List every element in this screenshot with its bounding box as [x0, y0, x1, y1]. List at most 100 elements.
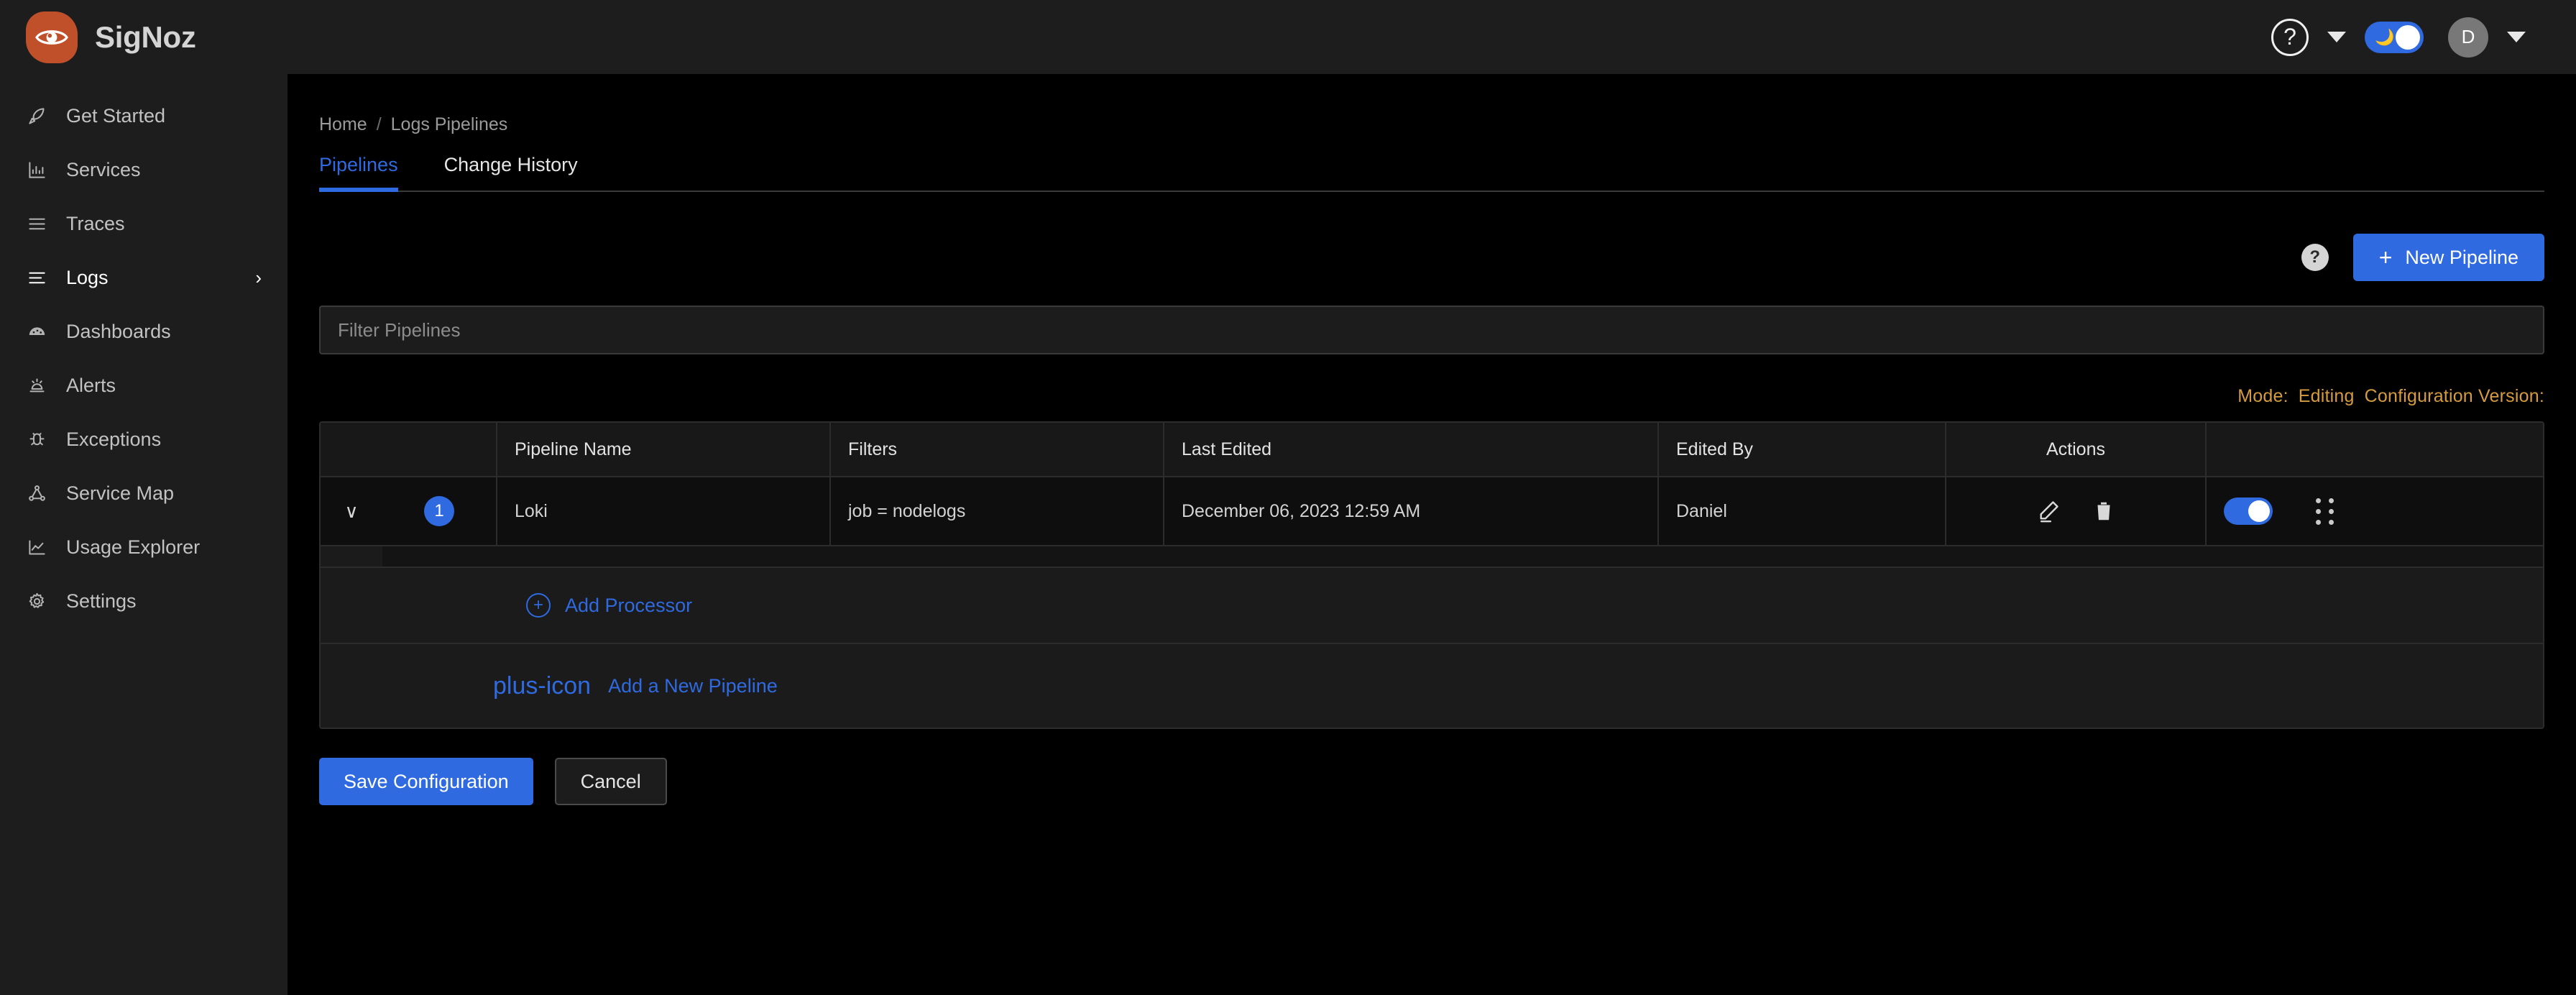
- add-processor-button[interactable]: + Add Processor: [382, 593, 692, 618]
- add-new-pipeline-row: plus-icon Add a New Pipeline: [321, 644, 2543, 728]
- table-row[interactable]: ∨ 1 Loki job = nodelogs December 06, 202…: [321, 477, 2543, 546]
- gear-icon: [26, 590, 47, 612]
- sidebar-item-label: Traces: [66, 212, 125, 234]
- theme-toggle[interactable]: 🌙: [2365, 21, 2424, 53]
- row-edited-by: Daniel: [1657, 477, 1945, 545]
- pencil-icon[interactable]: [2036, 499, 2061, 523]
- sidebar-item-usage-explorer[interactable]: Usage Explorer: [0, 524, 288, 570]
- body-wrapper: Get Started Services Traces Logs › Dashb…: [0, 74, 2576, 995]
- eye-logo-icon: [26, 11, 78, 63]
- sidebar-item-label: Services: [66, 158, 141, 180]
- main-content: Home / Logs Pipelines Pipelines Change H…: [288, 74, 2576, 995]
- header-last-edited: Last Edited: [1163, 423, 1657, 476]
- row-order-cell: 1: [382, 477, 496, 545]
- sidebar-item-label: Alerts: [66, 374, 116, 396]
- breadcrumb: Home / Logs Pipelines: [319, 114, 2544, 135]
- moon-icon: 🌙: [2375, 27, 2395, 46]
- configuration-version-label: Configuration Version:: [2364, 386, 2544, 406]
- sidebar-item-label: Exceptions: [66, 428, 162, 450]
- pipeline-enabled-toggle[interactable]: [2224, 498, 2273, 525]
- line-chart-icon: [26, 536, 47, 558]
- question-circle-icon[interactable]: ?: [2271, 18, 2309, 56]
- table-header-row: Pipeline Name Filters Last Edited Edited…: [321, 423, 2543, 477]
- header-order-spacer: [382, 423, 496, 476]
- toggle-knob: [2248, 500, 2270, 522]
- sidebar-item-service-map[interactable]: Service Map: [0, 470, 288, 516]
- log-lines-icon: [26, 267, 47, 288]
- help-chevron-down-icon[interactable]: [2327, 32, 2346, 42]
- sidebar-item-services[interactable]: Services: [0, 147, 288, 193]
- circle-plus-icon: +: [526, 593, 551, 618]
- avatar-chevron-down-icon[interactable]: [2507, 32, 2526, 42]
- sidebar-item-traces[interactable]: Traces: [0, 201, 288, 247]
- mode-status: Mode: Editing Configuration Version:: [319, 386, 2544, 407]
- breadcrumb-separator: /: [376, 114, 382, 134]
- bar-chart-icon: [26, 159, 47, 180]
- sidebar-item-exceptions[interactable]: Exceptions: [0, 416, 288, 462]
- chevron-down-icon[interactable]: ∨: [344, 502, 358, 521]
- sidebar-item-label: Usage Explorer: [66, 536, 201, 558]
- tab-pipelines[interactable]: Pipelines: [319, 154, 426, 192]
- expanded-gutter: [321, 546, 382, 567]
- row-tail-controls: [2205, 477, 2543, 545]
- header-pipeline-name: Pipeline Name: [496, 423, 829, 476]
- filter-pipelines-input[interactable]: [319, 306, 2544, 354]
- brand-logo[interactable]: SigNoz: [26, 11, 196, 63]
- header-tail-spacer: [2205, 423, 2543, 476]
- sidebar-item-logs[interactable]: Logs ›: [0, 255, 288, 301]
- help-question-icon[interactable]: ?: [2301, 244, 2329, 271]
- header-filters: Filters: [829, 423, 1163, 476]
- avatar[interactable]: D: [2448, 17, 2488, 58]
- bug-icon: [26, 428, 47, 450]
- expanded-inner-band: [382, 546, 2543, 567]
- sidebar-item-label: Dashboards: [66, 320, 171, 342]
- add-new-pipeline-button[interactable]: plus-icon Add a New Pipeline: [493, 674, 778, 698]
- align-justify-icon: [26, 213, 47, 234]
- sidebar: Get Started Services Traces Logs › Dashb…: [0, 74, 288, 995]
- drag-handle-icon[interactable]: [2316, 498, 2334, 525]
- sidebar-item-label: Settings: [66, 590, 137, 612]
- breadcrumb-home[interactable]: Home: [319, 114, 367, 135]
- sidebar-item-dashboards[interactable]: Dashboards: [0, 308, 288, 354]
- plus-icon: plus-icon: [493, 672, 592, 700]
- add-processor-label: Add Processor: [565, 594, 693, 616]
- top-bar: SigNoz ? 🌙 D: [0, 0, 2576, 74]
- rocket-icon: [26, 105, 47, 127]
- new-pipeline-button[interactable]: + New Pipeline: [2352, 234, 2544, 281]
- pipelines-table: Pipeline Name Filters Last Edited Edited…: [319, 421, 2544, 729]
- chevron-right-icon[interactable]: ›: [255, 268, 262, 287]
- sidebar-item-settings[interactable]: Settings: [0, 578, 288, 624]
- header-actions: Actions: [1945, 423, 2205, 476]
- breadcrumb-current: Logs Pipelines: [390, 114, 508, 134]
- mode-value: Editing: [2298, 386, 2355, 406]
- sidebar-item-get-started[interactable]: Get Started: [0, 93, 288, 139]
- sidebar-item-alerts[interactable]: Alerts: [0, 362, 288, 408]
- network-nodes-icon: [26, 482, 47, 504]
- save-configuration-button[interactable]: Save Configuration: [319, 758, 533, 805]
- add-processor-row: + Add Processor: [321, 568, 2543, 644]
- row-filters: job = nodelogs: [829, 477, 1163, 545]
- plus-icon: +: [2378, 244, 2393, 270]
- trash-icon[interactable]: [2092, 500, 2115, 523]
- action-icon-group: [2036, 499, 2115, 523]
- expanded-detail-band: [321, 546, 2543, 568]
- sidebar-item-label: Logs: [66, 266, 109, 288]
- theme-toggle-knob: [2396, 24, 2420, 50]
- cancel-button[interactable]: Cancel: [554, 758, 667, 805]
- top-bar-actions: ? 🌙 D: [2271, 17, 2544, 58]
- sidebar-item-label: Get Started: [66, 104, 166, 127]
- row-last-edited: December 06, 2023 12:59 AM: [1163, 477, 1657, 545]
- mode-label: Mode:: [2237, 386, 2288, 406]
- tab-change-history[interactable]: Change History: [426, 154, 605, 191]
- siren-icon: [26, 375, 47, 396]
- row-expand-toggle[interactable]: ∨: [321, 477, 382, 545]
